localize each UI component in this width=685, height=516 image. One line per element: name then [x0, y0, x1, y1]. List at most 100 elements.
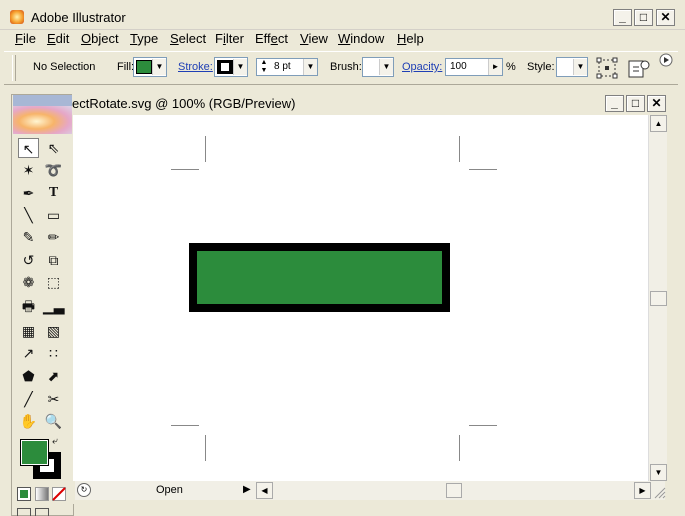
- menu-effect[interactable]: Effect: [255, 31, 288, 46]
- hand-tool-icon[interactable]: ✋: [18, 411, 39, 431]
- scroll-down-icon[interactable]: ▼: [650, 464, 667, 481]
- doc-close-button[interactable]: ✕: [647, 95, 666, 112]
- line-tool-icon[interactable]: ╲: [18, 205, 39, 225]
- brush-dropdown[interactable]: ▼: [362, 57, 394, 77]
- crop-mark: [459, 435, 460, 461]
- document-setup-icon[interactable]: [627, 57, 651, 79]
- color-mode-icon[interactable]: [17, 487, 31, 501]
- none-mode-icon[interactable]: [52, 487, 66, 501]
- warp-tool-icon[interactable]: ❁: [18, 272, 39, 292]
- selection-tool-icon[interactable]: ↖: [18, 138, 39, 158]
- close-button[interactable]: ✕: [656, 9, 675, 26]
- fill-swatch: [136, 60, 152, 74]
- crop-mark: [171, 169, 199, 170]
- pencil-tool-icon[interactable]: ✏: [43, 227, 64, 247]
- menu-object[interactable]: Object: [81, 31, 119, 46]
- graph-tool-icon[interactable]: ▁▃: [43, 296, 65, 316]
- stroke-dropdown[interactable]: ▼: [214, 57, 248, 77]
- stroke-weight-field[interactable]: ▲ ▼ 8 pt ▼: [256, 58, 318, 76]
- doc-maximize-button[interactable]: □: [626, 95, 645, 112]
- mesh-tool-icon[interactable]: ▦: [18, 321, 39, 341]
- menu-file[interactable]: File: [15, 31, 36, 46]
- green-rectangle[interactable]: [189, 243, 450, 312]
- opacity-unit: %: [506, 61, 516, 73]
- eyedropper-tool-icon[interactable]: ↗: [18, 343, 39, 363]
- opacity-link[interactable]: Opacity:: [402, 61, 442, 73]
- app-title: Adobe Illustrator: [31, 10, 126, 25]
- chevron-down-icon: ▼: [152, 59, 166, 75]
- control-bar-grip[interactable]: [12, 55, 16, 81]
- chevron-down-icon: ▼: [303, 59, 317, 75]
- direct-selection-tool-icon[interactable]: ⇖: [43, 138, 64, 158]
- status-text: Open: [156, 484, 183, 496]
- menu-select[interactable]: Select: [170, 31, 206, 46]
- crop-mark: [459, 136, 460, 162]
- fill-color-box[interactable]: [20, 439, 49, 466]
- horizontal-scroll-thumb[interactable]: [446, 483, 462, 498]
- chevron-down-icon: ▼: [573, 59, 587, 75]
- opacity-value: 100: [450, 61, 467, 72]
- menu-type[interactable]: Type: [130, 31, 158, 46]
- magic-wand-tool-icon[interactable]: ✶: [18, 160, 39, 180]
- chevron-right-icon[interactable]: ►: [488, 59, 502, 75]
- doc-minimize-button[interactable]: _: [605, 95, 624, 112]
- menu-filter[interactable]: Filter: [215, 31, 244, 46]
- toolbox-header[interactable]: [13, 95, 72, 106]
- slice-tool-icon[interactable]: ╱: [18, 389, 39, 409]
- opacity-field[interactable]: 100 ►: [445, 58, 503, 76]
- stroke-link[interactable]: Stroke:: [178, 61, 213, 73]
- free-transform-tool-icon[interactable]: ⬚: [43, 272, 64, 292]
- vertical-scroll-thumb[interactable]: [650, 291, 667, 306]
- lasso-tool-icon[interactable]: ➰: [43, 160, 64, 180]
- scroll-left-icon[interactable]: ◀: [256, 482, 273, 499]
- scale-tool-icon[interactable]: ⧉: [43, 250, 64, 270]
- resize-grip-icon[interactable]: [652, 485, 666, 499]
- menu-view[interactable]: View: [300, 31, 328, 46]
- panel-menu-icon[interactable]: [659, 53, 673, 67]
- scroll-right-icon[interactable]: ▶: [634, 482, 651, 499]
- crop-mark: [205, 435, 206, 461]
- illustrator-app-icon[interactable]: [10, 10, 24, 24]
- toolbox-logo: [13, 106, 72, 134]
- zoom-tool-icon[interactable]: 🔍: [43, 411, 64, 431]
- menu-edit[interactable]: Edit: [47, 31, 69, 46]
- status-menu-icon[interactable]: ↻: [77, 483, 91, 497]
- crop-mark: [469, 169, 497, 170]
- live-paint-selection-tool-icon[interactable]: ⬈: [43, 366, 64, 386]
- style-dropdown[interactable]: ▼: [556, 57, 588, 77]
- paintbrush-tool-icon[interactable]: ✎: [18, 227, 39, 247]
- gradient-mode-icon[interactable]: [35, 487, 49, 501]
- menu-window[interactable]: Window: [338, 31, 384, 46]
- stroke-weight-value: 8 pt: [274, 61, 291, 72]
- transform-icon[interactable]: [596, 57, 618, 79]
- brush-label: Brush:: [330, 61, 362, 73]
- scissors-tool-icon[interactable]: ✂: [43, 389, 64, 409]
- crop-mark: [205, 136, 206, 162]
- live-paint-bucket-tool-icon[interactable]: ⬟: [18, 366, 39, 386]
- style-label: Style:: [527, 61, 555, 73]
- stroke-swatch: [217, 60, 233, 74]
- fill-label: Fill:: [117, 61, 135, 73]
- chevron-down-icon: ▼: [379, 59, 393, 75]
- pen-tool-icon[interactable]: ✒: [18, 183, 39, 203]
- type-tool-icon[interactable]: T: [43, 183, 64, 203]
- swap-colors-icon[interactable]: ⤶: [52, 436, 64, 448]
- stepper-icon[interactable]: ▲ ▼: [258, 59, 270, 75]
- screen-mode-icon[interactable]: [17, 508, 31, 516]
- gradient-tool-icon[interactable]: ▧: [43, 321, 64, 341]
- vertical-scrollbar[interactable]: ▲ ▼: [648, 115, 667, 481]
- document-title: ectRotate.svg @ 100% (RGB/Preview): [72, 96, 296, 111]
- screen-mode-full-icon[interactable]: [35, 508, 49, 516]
- blend-tool-icon[interactable]: ∷: [43, 343, 64, 363]
- maximize-button[interactable]: □: [634, 9, 653, 26]
- fill-dropdown[interactable]: ▼: [133, 57, 167, 77]
- menu-help[interactable]: Help: [397, 31, 424, 46]
- symbol-sprayer-tool-icon[interactable]: 🖶: [18, 296, 39, 316]
- minimize-button[interactable]: _: [613, 9, 632, 26]
- rectangle-tool-icon[interactable]: ▭: [43, 205, 64, 225]
- status-menu-arrow-icon[interactable]: ▶: [243, 484, 251, 495]
- artboard-canvas[interactable]: [73, 115, 648, 481]
- crop-mark: [469, 425, 497, 426]
- rotate-tool-icon[interactable]: ↺: [18, 250, 39, 270]
- scroll-up-icon[interactable]: ▲: [650, 115, 667, 132]
